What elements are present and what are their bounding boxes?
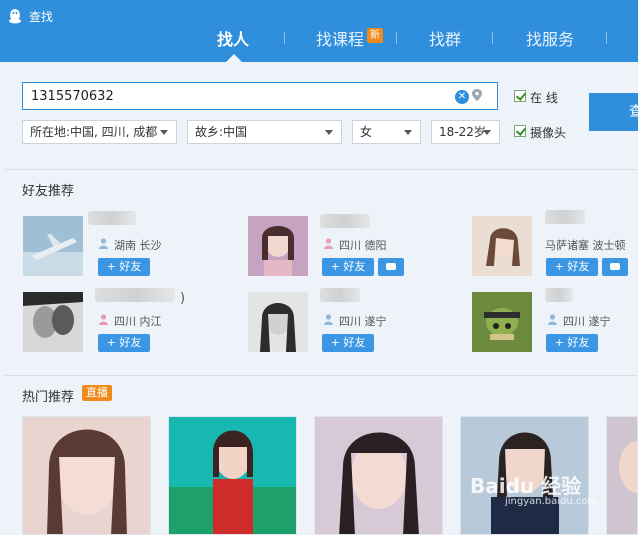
live-thumbnail-image [169, 417, 296, 534]
friend-location: 马萨诸塞 波士顿 [545, 239, 626, 252]
avatar[interactable] [472, 216, 532, 276]
friend-location: 四川 德阳 [339, 239, 387, 252]
blurred-nickname [88, 211, 136, 225]
baidu-watermark: Baidu 经验 [470, 474, 582, 498]
add-friend-button[interactable]: + 好友 [322, 258, 374, 276]
tab-find-groups[interactable]: 找群 [429, 26, 461, 50]
baidu-watermark-url: jingyan.baidu.com [505, 496, 598, 507]
chevron-down-icon [483, 130, 491, 135]
live-thumbnail-image [23, 417, 150, 534]
friend-location: 四川 遂宁 [339, 315, 387, 328]
camera-label: 摄像头 [530, 126, 567, 140]
tab-find-services[interactable]: 找服务 [526, 26, 574, 50]
male-person-icon [99, 238, 108, 249]
live-thumbnail[interactable] [22, 416, 151, 535]
chevron-down-icon [404, 130, 412, 135]
live-thumbnail[interactable] [606, 416, 638, 535]
friends-section-title: 好友推荐 [22, 184, 75, 199]
online-label: 在 线 [530, 91, 558, 105]
search-input[interactable]: 1315570632 [22, 82, 498, 110]
avatar[interactable] [248, 216, 308, 276]
live-badge: 直播 [82, 385, 112, 401]
avatar[interactable] [248, 292, 308, 352]
chevron-down-icon [160, 130, 168, 135]
add-friend-button[interactable]: + 好友 [546, 258, 598, 276]
friend-location: 湖南 长沙 [114, 239, 162, 252]
window-title: 查找 [29, 10, 54, 24]
online-checkbox[interactable] [514, 90, 526, 102]
avatar[interactable] [23, 216, 83, 276]
nickname-suffix: ) [180, 291, 186, 306]
friend-location: 四川 遂宁 [563, 315, 611, 328]
search-input-value: 1315570632 [31, 89, 114, 104]
location-select-value: 所在地:中国, 四川, 成都 [30, 125, 158, 139]
female-person-icon [324, 238, 333, 249]
gender-select[interactable]: 女 [352, 120, 421, 144]
location-pin-icon[interactable] [472, 89, 482, 101]
hometown-select[interactable]: 故乡:中国 [187, 120, 342, 144]
message-button[interactable] [602, 258, 628, 276]
tab-separator [606, 32, 607, 44]
live-thumbnail-image [607, 417, 637, 534]
search-panel [0, 62, 638, 170]
tab-separator [396, 32, 397, 44]
avatar[interactable] [23, 292, 83, 352]
message-button[interactable] [378, 258, 404, 276]
chevron-down-icon [325, 130, 333, 135]
female-person-icon [99, 314, 108, 325]
search-button[interactable]: 查 [589, 93, 638, 131]
tab-find-courses[interactable]: 找课程 [316, 26, 364, 50]
location-select[interactable]: 所在地:中国, 四川, 成都 [22, 120, 177, 144]
tab-separator [284, 32, 285, 44]
add-friend-button[interactable]: + 好友 [98, 258, 150, 276]
live-thumbnail-image [315, 417, 442, 534]
blurred-nickname [95, 288, 175, 302]
male-person-icon [548, 314, 557, 325]
clear-icon[interactable]: ✕ [455, 90, 469, 104]
gender-select-value: 女 [360, 125, 373, 139]
blurred-nickname [545, 210, 585, 224]
blurred-nickname [320, 214, 370, 228]
section-divider [5, 169, 638, 170]
add-friend-button[interactable]: + 好友 [322, 334, 374, 352]
age-select-value: 18-22岁 [439, 125, 486, 139]
section-divider [5, 375, 638, 376]
camera-checkbox[interactable] [514, 125, 526, 137]
blurred-nickname [545, 288, 573, 302]
add-friend-button[interactable]: + 好友 [98, 334, 150, 352]
blurred-nickname [320, 288, 360, 302]
friend-location: 四川 内江 [114, 315, 162, 328]
age-select[interactable]: 18-22岁 [431, 120, 500, 144]
avatar[interactable] [472, 292, 532, 352]
male-person-icon [324, 314, 333, 325]
tab-separator [492, 32, 493, 44]
active-tab-caret [226, 54, 242, 62]
qq-penguin-icon [9, 9, 21, 24]
search-button-label: 查 [629, 104, 638, 120]
tab-find-people[interactable]: 找人 [217, 26, 249, 50]
add-friend-button[interactable]: + 好友 [546, 334, 598, 352]
hot-section-title: 热门推荐 [22, 390, 75, 405]
new-badge: 新 [367, 28, 383, 43]
live-thumbnail[interactable] [168, 416, 297, 535]
hometown-select-value: 故乡:中国 [195, 125, 248, 139]
live-thumbnail[interactable] [314, 416, 443, 535]
